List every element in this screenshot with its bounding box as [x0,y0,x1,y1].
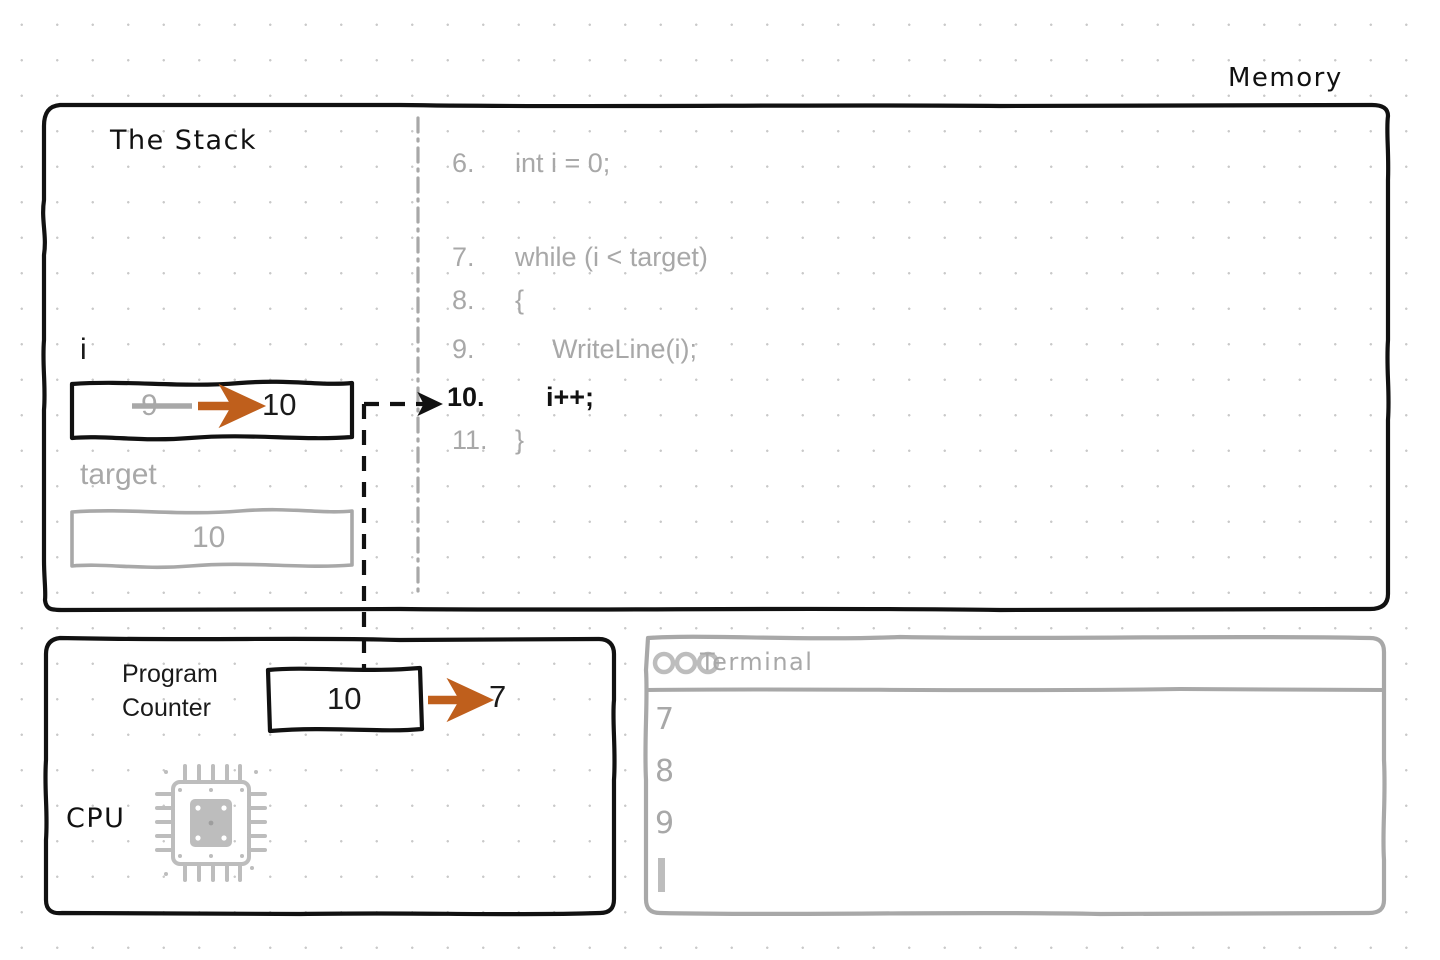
program-counter-label: Counter [122,694,211,722]
variable-old-value-i: 9 [141,389,158,422]
stack-title: The Stack [110,125,258,156]
code-line-number: 6. [452,148,475,178]
code-line-text-current: i++; [546,382,595,412]
code-line-text: int i = 0; [515,148,611,178]
terminal-output-line: 9 [655,806,675,841]
program-counter-new-value: 7 [489,679,507,714]
code-line-number-current: 10. [447,382,485,412]
code-line-text: while (i < target) [515,242,708,272]
program-counter-label: Program [122,660,218,688]
terminal-titlebar-divider [646,686,1385,693]
code-line-number: 7. [452,242,475,272]
terminal-window-border [643,634,1387,917]
text-cursor [658,858,665,892]
code-line-text: WriteLine(i); [552,334,698,364]
cpu-title: CPU [66,803,126,834]
variable-new-value-i: 10 [262,387,297,422]
code-line-text: { [515,285,525,315]
program-counter-old-value: 10 [327,681,362,716]
variable-value-target: 10 [192,521,226,554]
variable-label-i: i [80,333,87,366]
code-line-number: 8. [452,285,475,315]
terminal-title: Terminal [700,648,814,676]
code-line-number: 11. [452,425,488,455]
terminal-output-line: 8 [655,754,675,789]
variable-box-i [69,379,355,442]
variable-label-target: target [80,458,157,491]
memory-title: Memory [1228,63,1343,93]
code-line-number: 9. [452,334,475,364]
code-line-text: } [515,425,525,455]
terminal-output-line: 7 [655,702,675,737]
cpu-chip-icon [155,764,267,882]
